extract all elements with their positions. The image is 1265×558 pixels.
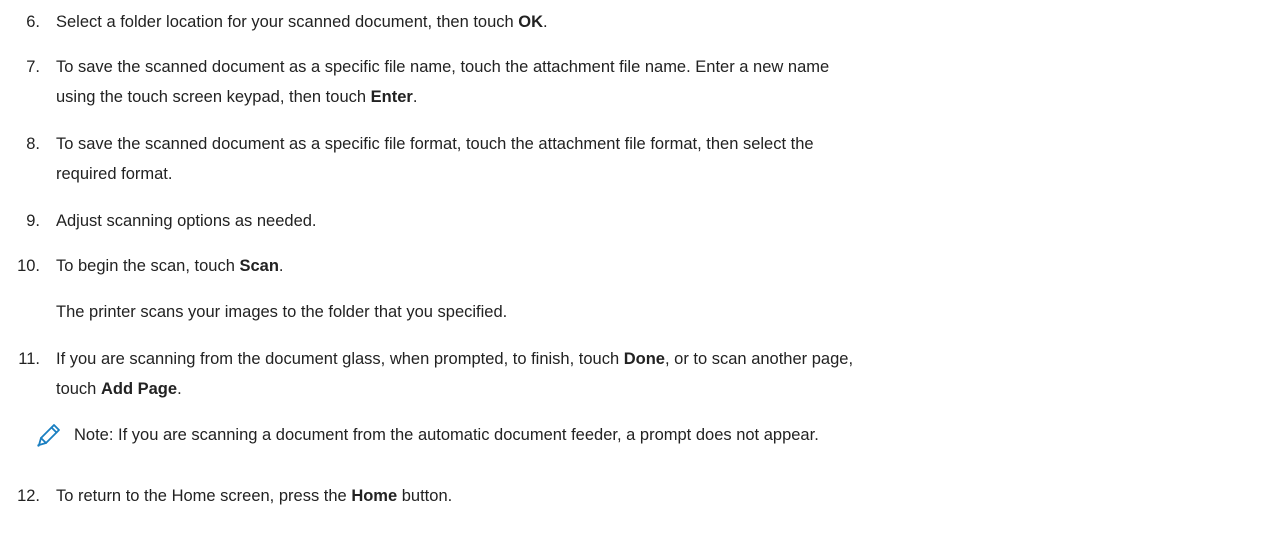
step-text-run: If you are scanning from the document gl… (56, 350, 624, 368)
step-number: 12. (17, 487, 40, 505)
step-text-run: Adjust scanning options as needed. (56, 212, 317, 230)
ui-term-scan: Scan (239, 257, 279, 275)
step-result-text: The printer scans your images to the fol… (56, 303, 508, 321)
step-text-run: using the touch screen keypad, then touc… (56, 88, 371, 106)
step-number: 8. (26, 135, 40, 153)
step-text-run: To save the scanned document as a specif… (56, 135, 814, 153)
ui-term-enter: Enter (370, 88, 413, 106)
step-text-run: touch (56, 380, 101, 398)
ui-term-home: Home (351, 487, 398, 505)
step-text: Select a folder location for your scanne… (56, 7, 1056, 37)
step-text: If you are scanning from the document gl… (56, 344, 1256, 404)
step-text-run: To begin the scan, touch (56, 257, 240, 275)
note-text: Note: If you are scanning a document fro… (74, 426, 819, 444)
document-page: 6. Select a folder location for your sca… (0, 0, 1265, 558)
pencil-icon (37, 424, 60, 447)
step-text: To save the scanned document as a specif… (56, 52, 1056, 112)
ui-term-ok: OK (518, 13, 544, 31)
step-number: 9. (26, 212, 40, 230)
step-text-run: . (177, 380, 182, 398)
step-text-run: button. (397, 487, 453, 505)
step-text: To begin the scan, touch Scan. (56, 251, 1056, 281)
step-text-run: . (278, 257, 284, 275)
step-text: Adjust scanning options as needed. (56, 206, 1056, 236)
ui-term-add-page: Add Page (100, 380, 178, 398)
step-text-run: To save the scanned document as a specif… (56, 58, 830, 76)
step-number: 11. (18, 350, 40, 368)
step-text-run: . (412, 88, 418, 106)
step-text: To save the scanned document as a specif… (56, 129, 1056, 189)
step-text-run: , or to scan another page, (664, 350, 854, 368)
step-number: 10. (17, 257, 40, 275)
step-number: 6. (26, 13, 40, 31)
step-text-run: To return to the Home screen, press the (56, 487, 352, 505)
step-text-run: Select a folder location for your scanne… (56, 13, 519, 31)
step-text: To return to the Home screen, press the … (56, 481, 1056, 511)
ui-term-done: Done (623, 350, 665, 368)
step-text-run: required format. (56, 165, 173, 183)
step-number: 7. (26, 58, 40, 76)
step-text-run: . (543, 13, 548, 31)
